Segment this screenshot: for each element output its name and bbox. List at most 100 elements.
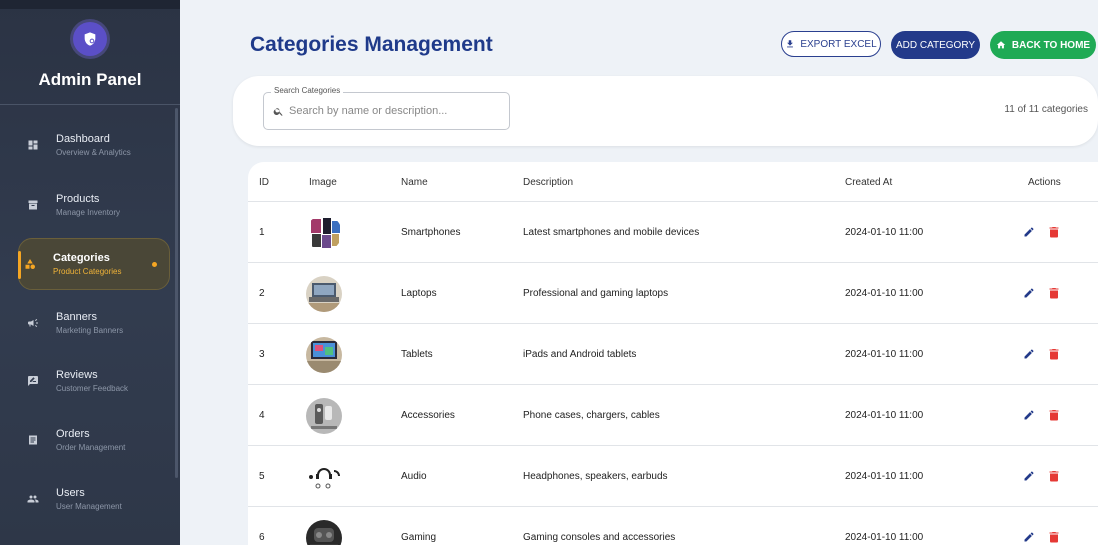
delete-icon[interactable] [1049,409,1059,421]
delete-icon[interactable] [1049,470,1059,482]
table-row[interactable]: 4 Accessories Phone cases, chargers, cab… [248,385,1098,446]
page-title: Categories Management [250,33,493,56]
back-to-home-button[interactable]: BACK TO HOME [990,31,1096,59]
category-image-accessories [306,398,342,434]
rate-review-icon [26,374,40,388]
category-image-tablets [306,337,342,373]
sidebar-top-strip [0,0,180,9]
table-row[interactable]: 6 Gaming Gaming consoles and accessories… [248,507,1098,545]
delete-icon[interactable] [1049,531,1059,543]
col-header-id: ID [259,177,269,188]
sidebar-item-categories[interactable]: Categories Product Categories [18,238,170,290]
active-indicator-dot [152,262,157,267]
cell-description: Phone cases, chargers, cables [523,410,660,421]
category-image-laptops [306,276,342,312]
cell-created-at: 2024-01-10 11:00 [845,471,924,482]
search-field[interactable] [263,92,510,130]
sidebar-item-dashboard[interactable]: Dashboard Overview & Analytics [22,123,172,167]
delete-icon[interactable] [1049,348,1059,360]
edit-icon[interactable] [1023,470,1035,482]
col-header-actions: Actions [1028,177,1061,188]
sidebar-item-sub: Overview & Analytics [56,148,131,157]
edit-icon[interactable] [1023,531,1035,543]
sidebar-item-products[interactable]: Products Manage Inventory [22,183,172,227]
cell-name: Audio [401,471,427,482]
edit-icon[interactable] [1023,226,1035,238]
sidebar-item-sub: Order Management [56,443,126,452]
sidebar-item-label: Orders [56,428,90,440]
sidebar-item-reviews[interactable]: Reviews Customer Feedback [22,359,172,403]
edit-icon[interactable] [1023,409,1035,421]
cell-id: 6 [259,532,265,543]
categories-table: ID Image Name Description Created At Act… [248,162,1098,545]
category-icon [23,257,37,271]
cell-id: 2 [259,288,265,299]
category-image-gaming [306,520,342,545]
cell-created-at: 2024-01-10 11:00 [845,227,924,238]
table-row[interactable]: 1 Smartphones Latest smartphones and mob… [248,202,1098,263]
sidebar-item-sub: Manage Inventory [56,208,121,217]
people-icon [26,492,40,506]
campaign-icon [26,316,40,330]
sidebar-item-label: Products [56,193,100,205]
delete-icon[interactable] [1049,226,1059,238]
sidebar-title: Admin Panel [38,70,142,89]
sidebar-item-sub: Customer Feedback [56,384,129,393]
search-label: Search Categories [271,86,344,95]
sidebar-item-orders[interactable]: Orders Order Management [22,418,172,462]
sidebar-item-label: Categories [53,252,110,264]
add-category-label: ADD CATEGORY [895,39,976,51]
sidebar-item-label: Banners [56,311,97,323]
cell-description: Professional and gaming laptops [523,288,669,299]
sidebar-item-label: Dashboard [56,133,110,145]
sidebar-item-label: Reviews [56,369,98,381]
col-header-name: Name [401,177,428,188]
edit-icon[interactable] [1023,348,1035,360]
sidebar-item-label: Users [56,487,85,499]
home-icon [996,41,1006,49]
edit-icon[interactable] [1023,287,1035,299]
sidebar-item-banners[interactable]: Banners Marketing Banners [22,301,172,345]
delete-icon[interactable] [1049,287,1059,299]
sidebar-item-sub: Marketing Banners [56,326,124,335]
admin-logo [73,22,107,56]
cell-created-at: 2024-01-10 11:00 [845,532,924,543]
cell-description: Latest smartphones and mobile devices [523,227,700,238]
col-header-created-at: Created At [845,177,893,188]
sidebar-item-users[interactable]: Users User Management [22,477,172,521]
back-to-home-label: BACK TO HOME [1011,39,1091,51]
dashboard-icon [26,138,40,152]
inventory-icon [26,198,40,212]
cell-created-at: 2024-01-10 11:00 [845,410,924,421]
col-header-image: Image [309,177,337,188]
category-image-audio [306,459,342,495]
cell-id: 5 [259,471,265,482]
cell-id: 4 [259,410,265,421]
table-row[interactable]: 5 Audio Headphones, speakers, earbuds 20… [248,446,1098,507]
table-row[interactable]: 3 Tablets iPads and Android tablets 2024… [248,324,1098,385]
receipt-icon [26,433,40,447]
shield-icon [84,32,96,46]
col-header-description: Description [523,177,574,188]
cell-name: Tablets [401,349,433,360]
export-excel-label: EXPORT EXCEL [800,38,877,50]
cell-created-at: 2024-01-10 11:00 [845,288,924,299]
cell-id: 3 [259,349,265,360]
sidebar-divider [0,104,180,105]
table-header: ID Image Name Description Created At Act… [248,162,1098,202]
table-row[interactable]: 2 Laptops Professional and gaming laptop… [248,263,1098,324]
category-count: 11 of 11 categories [1004,104,1088,115]
add-category-button[interactable]: ADD CATEGORY [891,31,980,59]
sidebar-scrollbar[interactable] [175,108,178,478]
search-input[interactable] [289,101,504,121]
cell-name: Accessories [401,410,455,421]
download-icon [787,40,794,48]
cell-created-at: 2024-01-10 11:00 [845,349,924,360]
export-excel-button[interactable]: EXPORT EXCEL [781,31,881,57]
cell-name: Gaming [401,532,437,543]
search-card: Search Categories 11 of 11 categories [233,76,1098,146]
cell-id: 1 [259,227,265,238]
cell-name: Smartphones [401,227,461,238]
cell-description: Headphones, speakers, earbuds [523,471,668,482]
category-image-smartphones [306,215,342,251]
